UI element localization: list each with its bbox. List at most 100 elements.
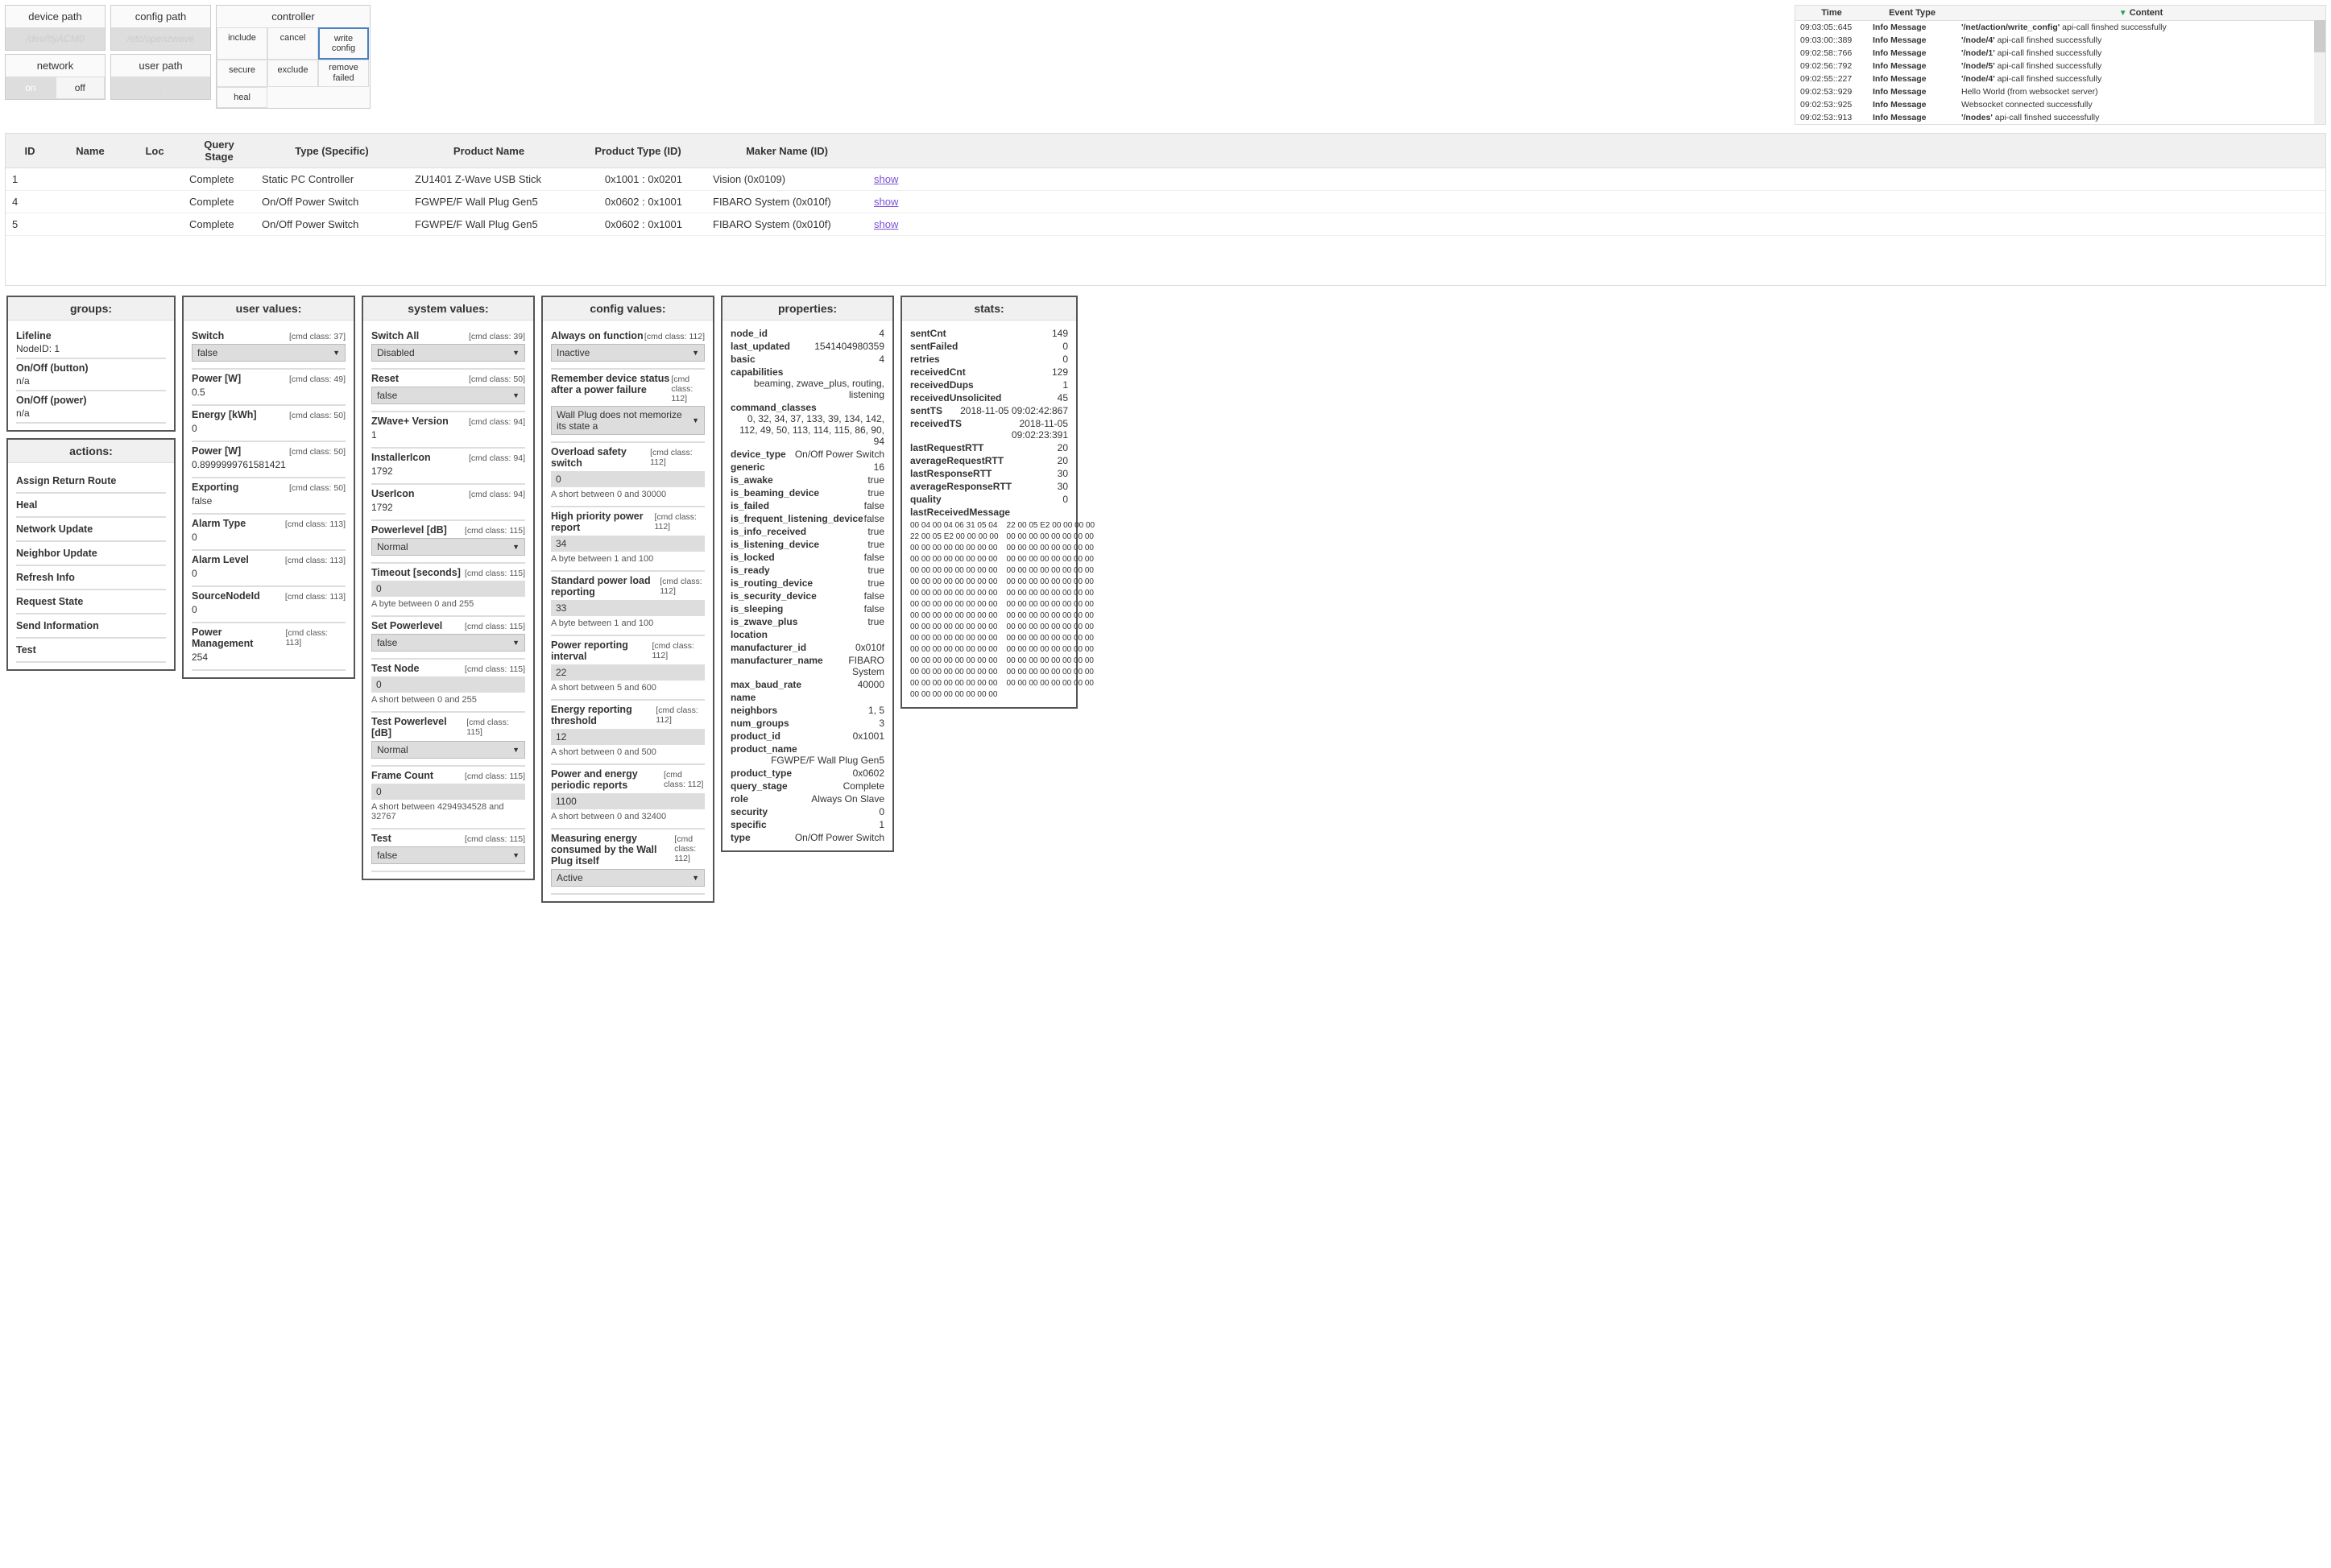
device-path-value[interactable]: /dev/ttyACM0	[6, 27, 105, 50]
value-item: Reset[cmd class: 50]false▼	[371, 370, 525, 412]
value-input[interactable]: 0	[551, 471, 705, 487]
show-link[interactable]: show	[874, 218, 898, 230]
exclude-button[interactable]: exclude	[267, 60, 318, 87]
log-row: 09:02:53::929Info MessageHello World (fr…	[1795, 85, 2325, 98]
property-row: is_routing_devicetrue	[731, 577, 884, 590]
property-row: generic16	[731, 461, 884, 474]
show-link[interactable]: show	[874, 173, 898, 185]
node-th-ptype[interactable]: Product Type (ID)	[569, 134, 706, 168]
user-path-value[interactable]: .	[111, 77, 210, 99]
property-row: device_typeOn/Off Power Switch	[731, 448, 884, 461]
show-link[interactable]: show	[874, 196, 898, 208]
stat-row: receivedDups1	[910, 379, 1068, 391]
user-values-title: user values:	[184, 297, 354, 321]
node-th-loc[interactable]: Loc	[126, 134, 183, 168]
value-item: Alarm Type[cmd class: 113]0	[192, 515, 346, 551]
include-button[interactable]: include	[217, 27, 267, 60]
heal-button[interactable]: heal	[217, 87, 267, 108]
value-item: InstallerIcon[cmd class: 94]1792	[371, 449, 525, 485]
property-row: is_beaming_devicetrue	[731, 486, 884, 499]
property-row: is_failedfalse	[731, 499, 884, 512]
write-config-button[interactable]: write config	[318, 27, 369, 60]
property-row: name	[731, 691, 884, 704]
action-item[interactable]: Heal	[16, 494, 166, 518]
network-off-button[interactable]: off	[56, 77, 106, 99]
value-input[interactable]: 0	[371, 581, 525, 597]
value-item: Energy reporting threshold[cmd class: 11…	[551, 701, 705, 765]
property-row: product_type0x0602	[731, 767, 884, 780]
cancel-button[interactable]: cancel	[267, 27, 318, 60]
stat-row: lastResponseRTT30	[910, 467, 1068, 480]
action-item[interactable]: Refresh Info	[16, 566, 166, 590]
value-select[interactable]: false▼	[371, 387, 525, 404]
stat-row: averageResponseRTT30	[910, 480, 1068, 493]
property-row: is_lockedfalse	[731, 551, 884, 564]
value-select[interactable]: Inactive▼	[551, 344, 705, 362]
property-row: product_nameFGWPE/F Wall Plug Gen5	[731, 743, 884, 767]
value-select[interactable]: false▼	[192, 344, 346, 362]
table-row[interactable]: 1CompleteStatic PC ControllerZU1401 Z-Wa…	[6, 168, 2325, 191]
network-on-button[interactable]: on	[6, 77, 56, 99]
stat-row: sentFailed0	[910, 340, 1068, 353]
value-select[interactable]: Disabled▼	[371, 344, 525, 362]
value-select[interactable]: Normal▼	[371, 741, 525, 759]
value-input[interactable]: 0	[371, 676, 525, 693]
property-row: command_classes0, 32, 34, 37, 133, 39, 1…	[731, 401, 884, 448]
value-item: Switch[cmd class: 37]false▼	[192, 327, 346, 370]
property-row: is_zwave_plustrue	[731, 615, 884, 628]
table-row[interactable]: 5CompleteOn/Off Power SwitchFGWPE/F Wall…	[6, 213, 2325, 236]
node-th-id[interactable]: ID	[6, 134, 54, 168]
properties-card: properties: node_id4last_updated15414049…	[721, 296, 894, 852]
log-row: 09:02:56::792Info Message'/node/5' api-c…	[1795, 60, 2325, 72]
property-row: last_updated1541404980359	[731, 340, 884, 353]
property-row: is_sleepingfalse	[731, 602, 884, 615]
network-label: network	[6, 55, 105, 77]
log-header-event-type[interactable]: Event Type	[1868, 6, 1956, 21]
stat-row: sentCnt149	[910, 327, 1068, 340]
group-item: On/Off (power)n/a	[16, 391, 166, 424]
node-th-maker[interactable]: Maker Name (ID)	[706, 134, 867, 168]
property-row: node_id4	[731, 327, 884, 340]
table-row[interactable]: 4CompleteOn/Off Power SwitchFGWPE/F Wall…	[6, 191, 2325, 213]
log-header-content[interactable]: ▼ Content	[1956, 6, 2325, 21]
value-input[interactable]: 12	[551, 729, 705, 745]
value-item: Overload safety switch[cmd class: 112]0A…	[551, 443, 705, 507]
value-input[interactable]: 1100	[551, 793, 705, 809]
groups-card: groups: LifelineNodeID: 1On/Off (button)…	[6, 296, 176, 432]
remove-failed-button[interactable]: removefailed	[318, 60, 369, 87]
node-th-query[interactable]: Query Stage	[183, 134, 255, 168]
value-input[interactable]: 33	[551, 600, 705, 616]
value-select[interactable]: Wall Plug does not memorize its state a▼	[551, 406, 705, 435]
node-th-name[interactable]: Name	[54, 134, 126, 168]
property-row: typeOn/Off Power Switch	[731, 831, 884, 844]
action-item[interactable]: Neighbor Update	[16, 542, 166, 566]
value-input[interactable]: 22	[551, 664, 705, 681]
log-scrollbar[interactable]	[2314, 20, 2325, 124]
action-item[interactable]: Network Update	[16, 518, 166, 542]
value-input[interactable]: 0	[371, 784, 525, 800]
node-th-product[interactable]: Product Name	[408, 134, 569, 168]
value-select[interactable]: Normal▼	[371, 538, 525, 556]
value-item: Energy [kWh][cmd class: 50]0	[192, 406, 346, 442]
value-item: Measuring energy consumed by the Wall Pl…	[551, 830, 705, 895]
property-row: is_listening_devicetrue	[731, 538, 884, 551]
action-item[interactable]: Request State	[16, 590, 166, 614]
node-th-type[interactable]: Type (Specific)	[255, 134, 408, 168]
action-item[interactable]: Send Information	[16, 614, 166, 639]
value-select[interactable]: false▼	[371, 634, 525, 652]
property-row: is_security_devicefalse	[731, 590, 884, 602]
property-row: manufacturer_nameFIBARO System	[731, 654, 884, 678]
value-item: Powerlevel [dB][cmd class: 115]Normal▼	[371, 521, 525, 564]
value-select[interactable]: false▼	[371, 846, 525, 864]
value-item: Timeout [seconds][cmd class: 115]0A byte…	[371, 564, 525, 617]
value-select[interactable]: Active▼	[551, 869, 705, 887]
config-path-value[interactable]: /etc/openzwave	[111, 27, 210, 50]
log-row: 09:03:05::645Info Message'/net/action/wr…	[1795, 21, 2325, 35]
action-item[interactable]: Test	[16, 639, 166, 663]
stats-card: stats: sentCnt149sentFailed0retries0rece…	[901, 296, 1078, 709]
value-input[interactable]: 34	[551, 536, 705, 552]
action-item[interactable]: Assign Return Route	[16, 470, 166, 494]
secure-button[interactable]: secure	[217, 60, 267, 87]
group-item: LifelineNodeID: 1	[16, 327, 166, 359]
log-header-time[interactable]: Time	[1795, 6, 1868, 21]
